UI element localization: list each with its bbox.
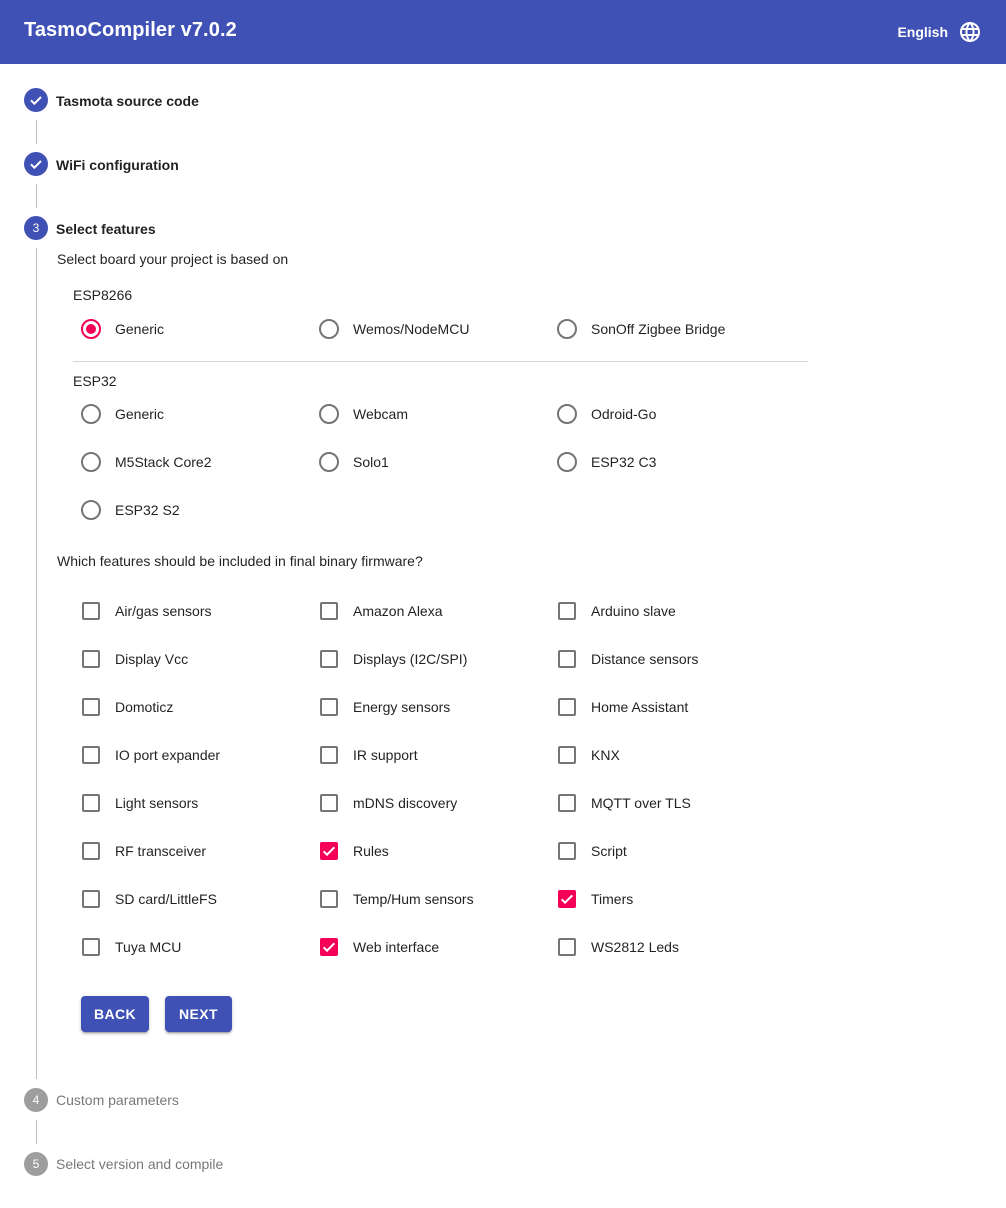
app-bar: TasmoCompiler v7.0.2 English xyxy=(0,0,1006,64)
radio-button[interactable] xyxy=(319,404,339,424)
step-5-label[interactable]: Select version and compile xyxy=(56,1156,223,1172)
checkbox[interactable] xyxy=(82,842,100,860)
step-5-number: 5 xyxy=(24,1152,48,1176)
checkbox[interactable] xyxy=(558,698,576,716)
checkbox-label: Amazon Alexa xyxy=(353,603,443,619)
radio-label: Wemos/NodeMCU xyxy=(353,321,470,337)
radio-button[interactable] xyxy=(81,404,101,424)
language-label: English xyxy=(897,24,948,40)
checkbox[interactable] xyxy=(82,698,100,716)
checkbox[interactable] xyxy=(82,890,100,908)
checkbox[interactable] xyxy=(320,938,338,956)
step-connector xyxy=(36,120,37,144)
step-1-label[interactable]: Tasmota source code xyxy=(56,93,199,109)
checkbox-label: Arduino slave xyxy=(591,603,676,619)
checkbox[interactable] xyxy=(82,650,100,668)
checkbox-label: mDNS discovery xyxy=(353,795,458,811)
step-connector xyxy=(36,184,37,208)
checkbox[interactable] xyxy=(82,794,100,812)
checkbox-label: RF transceiver xyxy=(115,843,207,859)
checkbox-label: Distance sensors xyxy=(591,651,699,667)
radio-label: ESP32 C3 xyxy=(591,454,657,470)
radio-button[interactable] xyxy=(81,452,101,472)
checkbox-label: Energy sensors xyxy=(353,699,451,715)
check-icon xyxy=(30,160,42,170)
checkbox[interactable] xyxy=(82,938,100,956)
features-prompt: Which features should be included in fin… xyxy=(57,553,423,569)
step-1-done-indicator xyxy=(24,88,48,112)
app-title: TasmoCompiler v7.0.2 xyxy=(24,19,237,41)
checkbox-label: Displays (I2C/SPI) xyxy=(353,651,468,667)
checkbox[interactable] xyxy=(558,890,576,908)
check-icon xyxy=(560,894,574,905)
checkbox-label: Rules xyxy=(353,843,389,859)
step-4-number: 4 xyxy=(24,1088,48,1112)
step-2-label[interactable]: WiFi configuration xyxy=(56,157,179,173)
checkbox[interactable] xyxy=(82,746,100,764)
radio-button[interactable] xyxy=(319,319,339,339)
checkbox-label: Display Vcc xyxy=(115,651,189,667)
esp8266-group-label: ESP8266 xyxy=(73,287,133,303)
checkbox-label: WS2812 Leds xyxy=(591,939,679,955)
checkbox[interactable] xyxy=(320,794,338,812)
checkbox[interactable] xyxy=(558,794,576,812)
checkbox-label: Script xyxy=(591,843,627,859)
checkbox-label: Timers xyxy=(591,891,634,907)
checkbox-label: Temp/Hum sensors xyxy=(353,891,474,907)
checkbox[interactable] xyxy=(558,938,576,956)
checkbox[interactable] xyxy=(558,650,576,668)
check-icon xyxy=(322,846,336,857)
checkbox-label: Home Assistant xyxy=(591,699,689,715)
radio-button[interactable] xyxy=(319,452,339,472)
radio-label: ESP32 S2 xyxy=(115,502,180,518)
globe-icon xyxy=(960,22,980,42)
language-selector[interactable]: English xyxy=(897,18,982,46)
next-button[interactable]: NEXT xyxy=(165,996,232,1032)
checkbox[interactable] xyxy=(558,842,576,860)
checkbox-label: IO port expander xyxy=(115,747,221,763)
board-group-divider xyxy=(73,361,808,362)
step-3-label: Select features xyxy=(56,221,156,237)
check-icon xyxy=(30,96,42,106)
back-button[interactable]: BACK xyxy=(81,996,149,1032)
checkbox[interactable] xyxy=(320,602,338,620)
checkbox-label: MQTT over TLS xyxy=(591,795,691,811)
checkbox-label: Light sensors xyxy=(115,795,199,811)
radio-label: SonOff Zigbee Bridge xyxy=(591,321,726,337)
checkbox[interactable] xyxy=(320,698,338,716)
board-prompt: Select board your project is based on xyxy=(57,251,289,267)
step-2-done-indicator xyxy=(24,152,48,176)
checkbox-label: Web interface xyxy=(353,939,440,955)
step-connector xyxy=(36,248,37,1079)
esp32-group-label: ESP32 xyxy=(73,373,117,389)
checkbox-label: Tuya MCU xyxy=(115,939,182,955)
radio-button[interactable] xyxy=(557,319,577,339)
checkbox-label: SD card/LittleFS xyxy=(115,891,217,907)
radio-button[interactable] xyxy=(81,319,101,339)
radio-label: M5Stack Core2 xyxy=(115,454,212,470)
checkbox[interactable] xyxy=(320,890,338,908)
radio-label: Solo1 xyxy=(353,454,389,470)
checkbox[interactable] xyxy=(320,650,338,668)
checkbox[interactable] xyxy=(558,602,576,620)
radio-button[interactable] xyxy=(557,452,577,472)
step-connector xyxy=(36,1120,37,1144)
check-icon xyxy=(322,942,336,953)
checkbox-label: Air/gas sensors xyxy=(115,603,212,619)
radio-label: Generic xyxy=(115,321,165,337)
checkbox[interactable] xyxy=(558,746,576,764)
radio-button[interactable] xyxy=(557,404,577,424)
checkbox[interactable] xyxy=(82,602,100,620)
step-4-label[interactable]: Custom parameters xyxy=(56,1092,179,1108)
checkbox-label: KNX xyxy=(591,747,620,763)
checkbox[interactable] xyxy=(320,842,338,860)
step-3-number: 3 xyxy=(24,216,48,240)
radio-label: Odroid-Go xyxy=(591,406,657,422)
checkbox-label: Domoticz xyxy=(115,699,174,715)
radio-button[interactable] xyxy=(81,500,101,520)
radio-label: Generic xyxy=(115,406,165,422)
radio-label: Webcam xyxy=(353,406,408,422)
checkbox[interactable] xyxy=(320,746,338,764)
checkbox-label: IR support xyxy=(353,747,418,763)
